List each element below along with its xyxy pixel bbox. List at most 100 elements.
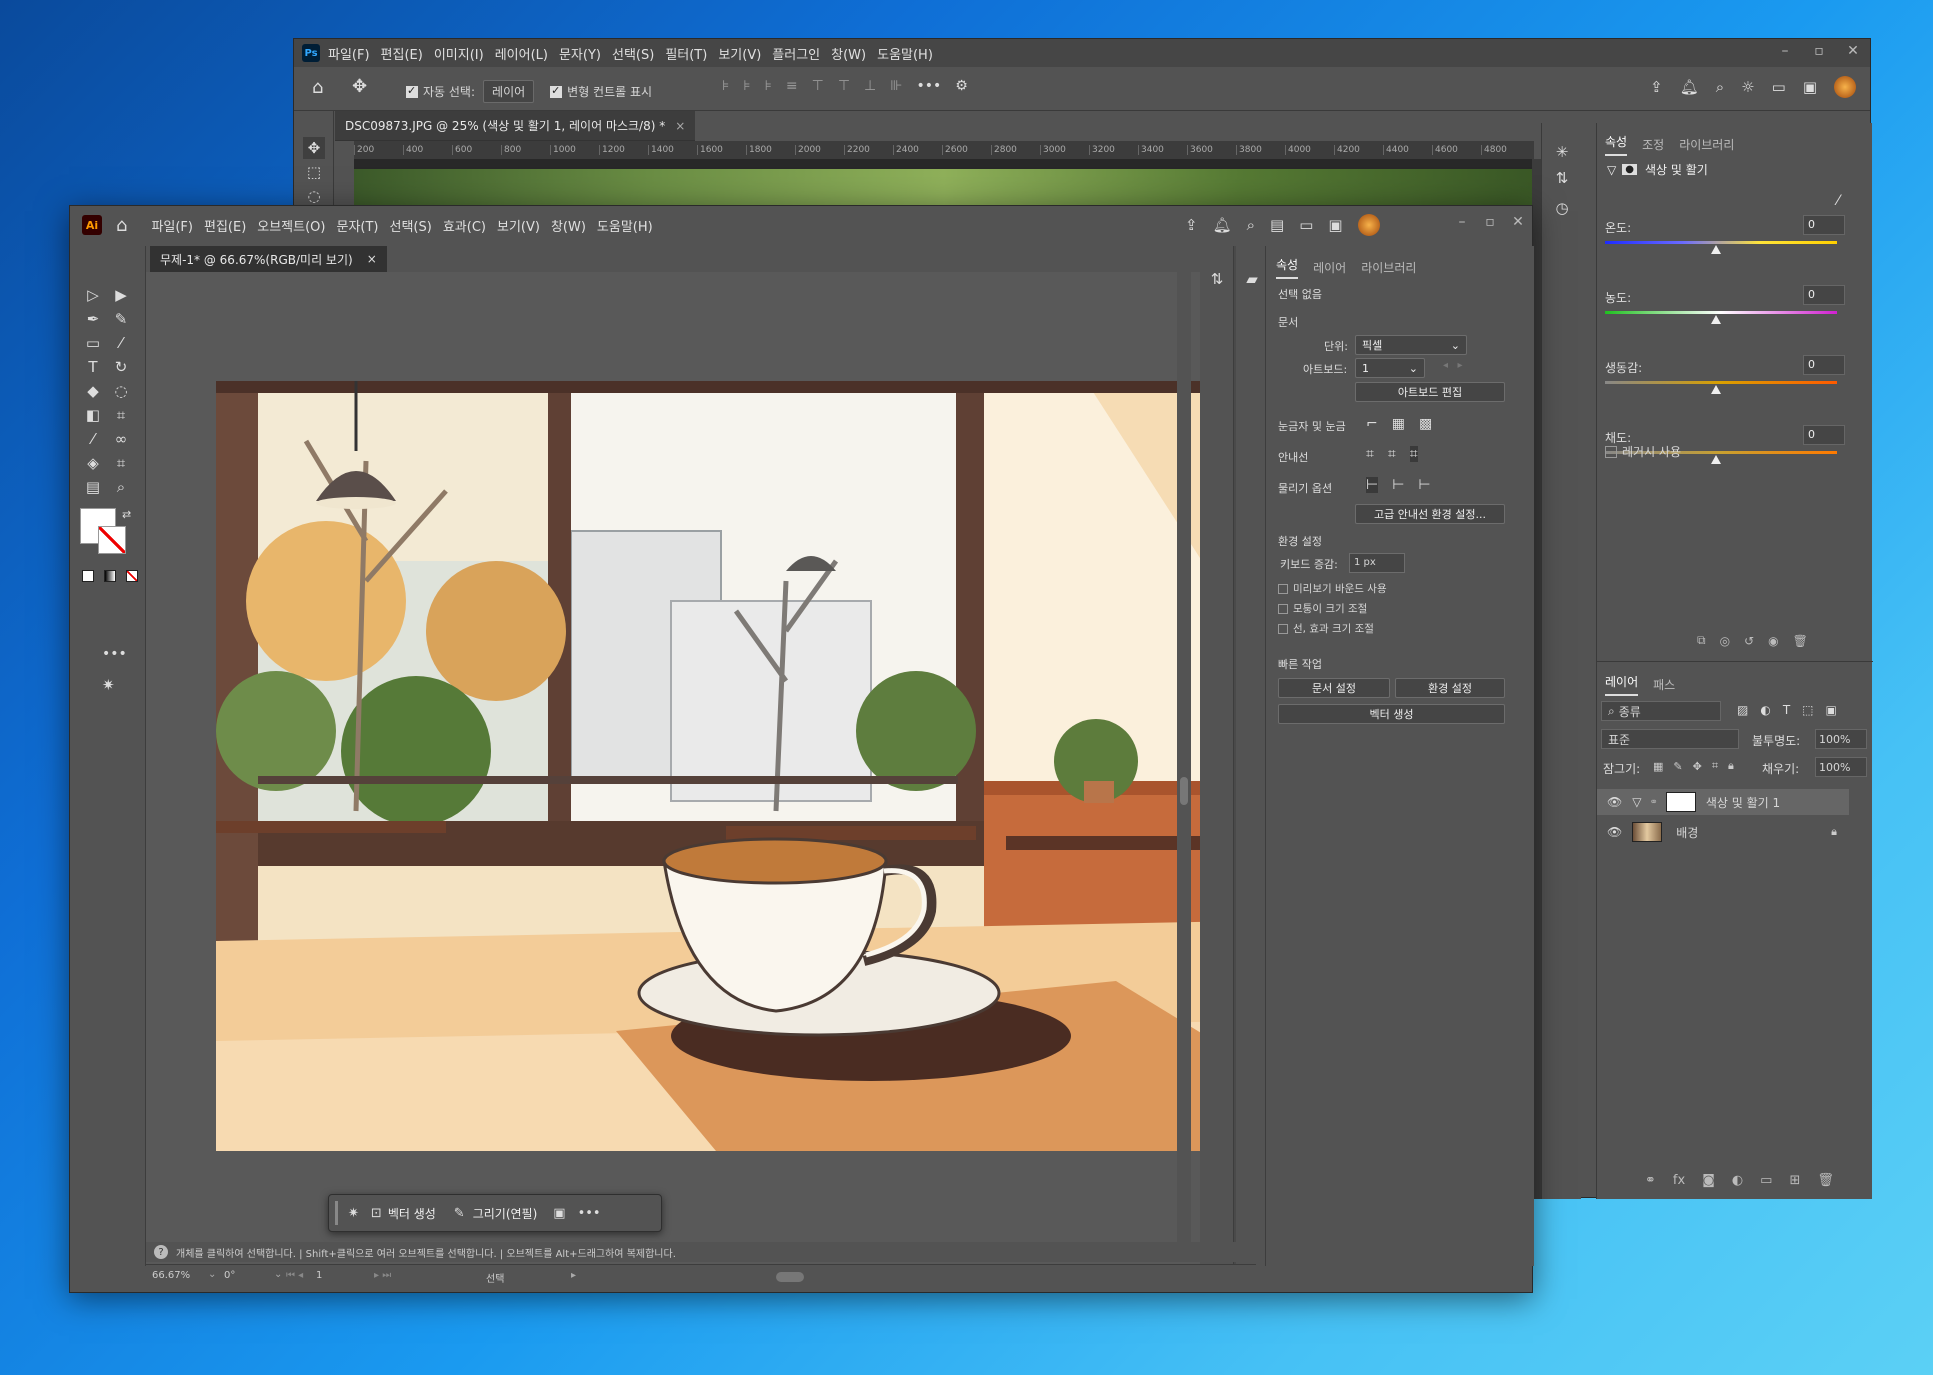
new-layer-icon[interactable]: ⊞ <box>1789 1173 1800 1188</box>
minimize-icon[interactable]: – <box>1768 43 1802 59</box>
chevron-down-icon[interactable]: ⌄ <box>208 1269 216 1280</box>
ps-document-tab[interactable]: DSC09873.JPG @ 25% (색상 및 활기 1, 레이어 마스크/8… <box>335 111 696 141</box>
menu-item[interactable]: 선택(S) <box>390 216 432 235</box>
rotate-tool-icon[interactable]: ↻ <box>110 356 132 378</box>
panel-tab[interactable]: 조정 <box>1642 136 1664 153</box>
home-icon[interactable]: ⌂ <box>312 77 323 98</box>
menu-item[interactable]: 파일(F) <box>328 44 370 63</box>
smart-guides-icon[interactable]: ⌗ <box>1409 446 1418 462</box>
snap-pixel-icon[interactable]: ⊢ <box>1392 477 1404 493</box>
workspace-icon[interactable]: ▭ <box>1299 216 1313 234</box>
eyedropper-icon[interactable]: ⁄ <box>82 428 104 450</box>
add-mask-icon[interactable]: ◙ <box>1702 1173 1715 1188</box>
workspace-icon[interactable]: ▭ <box>1772 78 1786 96</box>
share-icon[interactable]: ⇪ <box>1650 78 1663 96</box>
comments-icon[interactable]: ▰ <box>1241 268 1263 290</box>
history-icon[interactable]: ◷ <box>1551 197 1573 219</box>
unit-dropdown[interactable]: 픽셀 ⌄ <box>1355 335 1467 355</box>
artboard[interactable] <box>216 381 1247 1151</box>
menu-item[interactable]: 효과(C) <box>443 216 486 235</box>
align-middle-icon[interactable]: ⊤ <box>838 78 850 94</box>
menu-item[interactable]: 이미지(I) <box>434 44 484 63</box>
layer-filter-dropdown[interactable]: ⌕ 종류 <box>1601 701 1721 721</box>
zoom-value[interactable]: 66.67% <box>152 1270 190 1281</box>
align-right-icon[interactable]: ⊧ <box>765 78 772 94</box>
artboard-dropdown[interactable]: 1 ⌄ <box>1355 358 1425 378</box>
share-icon[interactable]: ⇪ <box>1185 216 1198 234</box>
rectangle-tool-icon[interactable]: ▭ <box>82 332 104 354</box>
lock-position-icon[interactable]: ✥ <box>1693 760 1702 773</box>
preferences-button[interactable]: 환경 설정 <box>1395 678 1505 698</box>
preference-checkbox-row[interactable]: 선, 효과 크기 조절 <box>1278 621 1374 636</box>
trash-icon[interactable]: 🗑︎ <box>1793 634 1808 648</box>
search-icon[interactable]: ⌕ <box>1247 216 1255 234</box>
slider-thumb[interactable] <box>1711 455 1721 464</box>
adjustments-icon[interactable]: ✳ <box>1551 141 1573 163</box>
brush-tool-icon[interactable]: ⁄ <box>110 332 132 354</box>
grid-icon[interactable]: ▦ <box>1392 416 1405 432</box>
menu-item[interactable]: 파일(F) <box>151 216 193 235</box>
curves-icon[interactable]: ⇅ <box>1551 167 1573 189</box>
crop-tool-icon[interactable]: ⌗ <box>110 452 132 474</box>
next-page-icon[interactable]: ▸ ⏭ <box>374 1270 391 1281</box>
close-icon[interactable]: ✕ <box>1836 43 1870 59</box>
ai-document-tab[interactable]: 무제-1* @ 66.67%(RGB/미리 보기) × <box>150 246 387 272</box>
gear-icon[interactable]: ⚙ <box>955 78 968 94</box>
help-icon[interactable]: ? <box>154 1245 168 1259</box>
snap-point-icon[interactable]: ⊢ <box>1366 477 1379 493</box>
lock-pixels-icon[interactable]: ▦ <box>1653 760 1663 773</box>
cloud-icon[interactable]: ▣ <box>1328 216 1342 234</box>
home-icon[interactable]: ⌂ <box>116 215 127 236</box>
eyedropper-icon[interactable]: ⁄ <box>1837 193 1839 209</box>
close-icon[interactable]: ✕ <box>1504 214 1532 230</box>
distribute-v-icon[interactable]: ⊪ <box>890 78 902 94</box>
generative-icon[interactable]: ✷ <box>348 1206 359 1221</box>
slider-value-input[interactable]: 0 <box>1803 215 1845 235</box>
lightbulb-icon[interactable]: ☼ <box>1741 78 1754 96</box>
shape-builder-icon[interactable]: ◈ <box>82 452 104 474</box>
menu-item[interactable]: 필터(T) <box>665 44 707 63</box>
eraser-tool-icon[interactable]: ◆ <box>82 380 104 402</box>
menu-item[interactable]: 도움말(H) <box>597 216 653 235</box>
smart-filter-icon[interactable]: ▣ <box>1826 703 1837 717</box>
lock-guides-icon[interactable]: ⌗ <box>1388 446 1396 462</box>
stroke-swatch[interactable] <box>98 526 126 554</box>
slider-track[interactable] <box>1605 311 1837 314</box>
auto-select-checkbox[interactable] <box>406 84 418 98</box>
checkbox[interactable] <box>1278 623 1288 634</box>
menu-item[interactable]: 창(W) <box>551 216 586 235</box>
cloud-icon[interactable]: ▣ <box>1803 78 1817 96</box>
adjust-filter-icon[interactable]: ◐ <box>1760 703 1770 717</box>
page-value[interactable]: 1 <box>316 1270 322 1281</box>
align-bottom-icon[interactable]: ⊥ <box>864 78 876 94</box>
minimize-icon[interactable]: – <box>1448 214 1476 230</box>
panel-tab[interactable]: 라이브러리 <box>1679 136 1734 153</box>
rotation-value[interactable]: 0° <box>224 1270 235 1281</box>
advanced-guides-button[interactable]: 고급 안내선 환경 설정... <box>1355 504 1505 524</box>
align-center-icon[interactable]: ⊧ <box>743 78 750 94</box>
generative-icon[interactable]: ✷ <box>102 676 115 694</box>
more-icon[interactable]: ••• <box>916 78 941 94</box>
eye-icon[interactable]: 👁︎ <box>1607 795 1622 809</box>
preference-checkbox-row[interactable]: 미리보기 바운드 사용 <box>1278 581 1387 596</box>
prev-artboard-icon[interactable]: ◂ ▸ <box>1443 360 1463 371</box>
type-tool-icon[interactable]: T <box>82 356 104 378</box>
blend-mode-dropdown[interactable]: 표준 <box>1601 729 1739 749</box>
document-setup-button[interactable]: 문서 설정 <box>1278 678 1390 698</box>
menu-item[interactable]: 도움말(H) <box>877 44 933 63</box>
slider-track[interactable] <box>1605 241 1837 244</box>
pen-tool-icon[interactable]: ✒ <box>82 308 104 330</box>
reset-icon[interactable]: ↺ <box>1744 634 1754 648</box>
lock-paint-icon[interactable]: ✎ <box>1673 760 1682 773</box>
transform-controls-checkbox[interactable] <box>550 84 563 98</box>
link-icon[interactable]: ⚭ <box>1645 1173 1656 1188</box>
snap-glyph-icon[interactable]: ⊢ <box>1418 477 1430 493</box>
transparency-grid-icon[interactable]: ▩ <box>1419 416 1432 432</box>
slider-thumb[interactable] <box>1711 385 1721 394</box>
menu-item[interactable]: 보기(V) <box>718 44 761 63</box>
color-icon[interactable] <box>82 570 94 582</box>
blend-tool-icon[interactable]: ∞ <box>110 428 132 450</box>
slider-thumb[interactable] <box>1711 315 1721 324</box>
ai-vscroll[interactable] <box>1177 272 1191 1242</box>
preference-checkbox-row[interactable]: 모퉁이 크기 조절 <box>1278 601 1367 616</box>
